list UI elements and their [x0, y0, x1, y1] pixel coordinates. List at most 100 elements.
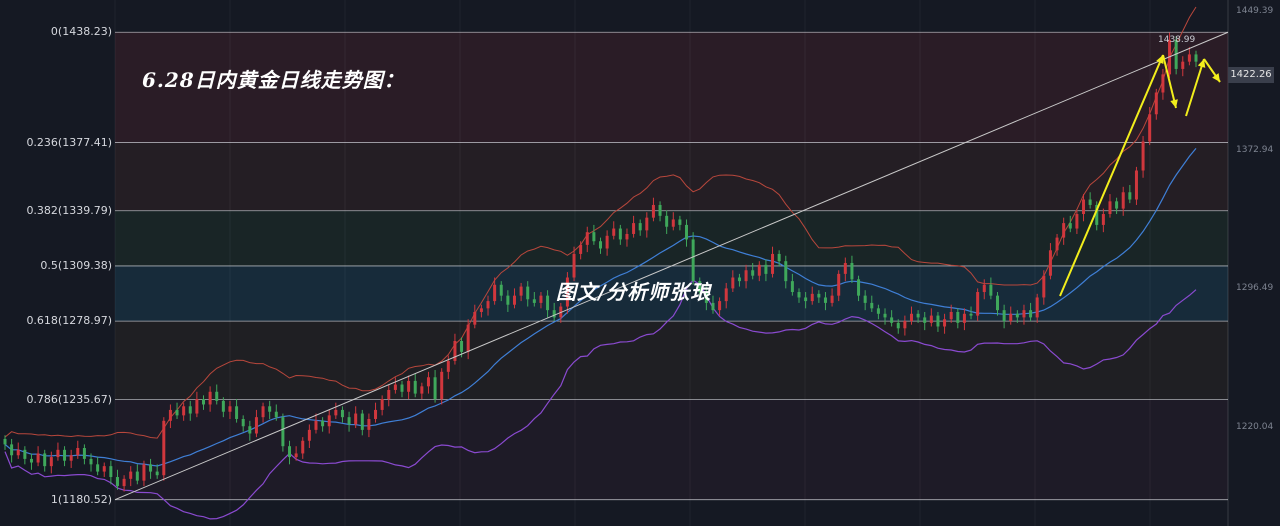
- candle-body: [49, 457, 53, 467]
- candle-body: [202, 399, 205, 405]
- candle-body: [1009, 313, 1013, 322]
- fib-label-1: 1(1180.52): [50, 492, 112, 506]
- candle-body: [155, 471, 159, 476]
- candle-body: [1161, 74, 1165, 93]
- candle-body: [69, 455, 73, 461]
- candle-body: [982, 284, 986, 293]
- candle-body: [512, 295, 516, 305]
- candle-body: [850, 263, 854, 280]
- candle-body: [479, 308, 483, 312]
- candle-body: [579, 244, 583, 254]
- candle-body: [340, 409, 344, 418]
- candle-body: [923, 317, 927, 323]
- candle-body: [142, 464, 146, 481]
- candle-body: [96, 464, 100, 472]
- candle-body: [1108, 201, 1112, 215]
- candle-body: [737, 277, 741, 282]
- candle-body: [956, 311, 960, 323]
- candle-body: [460, 340, 464, 352]
- candle-body: [1134, 170, 1138, 200]
- candle-body: [618, 228, 622, 240]
- watermark-author: 图文/分析师张琅: [556, 280, 712, 304]
- peak-price-label: 1438.99: [1158, 35, 1196, 45]
- candle-body: [863, 295, 867, 303]
- candle-body: [546, 295, 550, 311]
- candle-body: [76, 448, 80, 456]
- candle-body: [400, 384, 404, 392]
- candle-body: [1075, 214, 1079, 229]
- fib-zone-band: [115, 399, 1228, 500]
- candle-body: [903, 321, 907, 329]
- candle-body: [36, 453, 40, 463]
- candle-body: [790, 281, 794, 293]
- candle-body: [215, 391, 219, 401]
- candle-body: [1082, 199, 1086, 215]
- candle-body: [526, 286, 530, 300]
- candle-body: [916, 313, 920, 318]
- fib-label-0618: 0.618(1278.97): [26, 314, 112, 328]
- candle-body: [724, 288, 728, 302]
- candle-body: [281, 417, 285, 447]
- candle-body: [248, 426, 252, 434]
- candle-body: [1029, 310, 1033, 318]
- candle-body: [771, 253, 775, 274]
- candle-body: [23, 449, 27, 459]
- candle-body: [552, 310, 556, 318]
- candle-body: [168, 409, 172, 421]
- candle-body: [327, 415, 331, 427]
- candle-body: [374, 409, 378, 419]
- candle-body: [195, 399, 199, 414]
- candle-body: [797, 292, 801, 298]
- candle-body: [387, 389, 391, 400]
- candle-body: [3, 438, 7, 445]
- candle-body: [711, 302, 715, 311]
- candle-body: [572, 253, 576, 278]
- candle-body: [228, 406, 232, 412]
- candle-body: [532, 299, 536, 303]
- candle-body: [1042, 275, 1046, 298]
- candle-body: [413, 380, 417, 394]
- candle-body: [162, 420, 166, 476]
- candle-body: [1068, 223, 1072, 229]
- candle-body: [82, 448, 86, 459]
- candle-body: [810, 293, 814, 302]
- candle-body: [896, 322, 900, 329]
- candle-body: [804, 297, 808, 302]
- candle-body: [115, 477, 119, 487]
- candle-body: [883, 313, 887, 318]
- candle-body: [135, 471, 139, 481]
- candle-body: [784, 261, 788, 282]
- candle-body: [1187, 54, 1191, 62]
- candle-body: [751, 270, 755, 276]
- candle-body: [731, 277, 735, 289]
- candle-body: [962, 313, 966, 323]
- candle-body: [876, 308, 880, 314]
- chart-container: 0(1438.23) 0.236(1377.41) 0.382(1339.79)…: [0, 0, 1280, 526]
- candle-body: [499, 284, 503, 296]
- candle-body: [29, 458, 33, 463]
- candle-body: [268, 406, 272, 412]
- candle-body: [1141, 141, 1145, 171]
- candle-body: [175, 409, 179, 416]
- price-axis-tick-1: 1372.94: [1236, 144, 1274, 155]
- candle-body: [976, 292, 980, 316]
- candle-body: [857, 279, 861, 296]
- chart-title: 6.28日内黄金日线走势图：: [142, 68, 405, 92]
- candle-body: [109, 466, 113, 478]
- candle-body: [837, 273, 841, 296]
- candle-body: [380, 399, 384, 410]
- candle-body: [1128, 192, 1132, 200]
- candle-body: [996, 295, 999, 311]
- candle-body: [870, 302, 874, 309]
- candle-body: [1088, 199, 1092, 205]
- candle-body: [678, 219, 682, 225]
- candle-body: [261, 406, 265, 418]
- candle-body: [440, 371, 444, 400]
- candle-body: [929, 315, 933, 323]
- candle-body: [420, 386, 424, 394]
- candle-body: [254, 417, 258, 434]
- candle-body: [56, 449, 60, 458]
- candle-body: [585, 232, 589, 245]
- candle-body: [446, 360, 450, 372]
- fib-label-05: 0.5(1309.38): [40, 258, 112, 272]
